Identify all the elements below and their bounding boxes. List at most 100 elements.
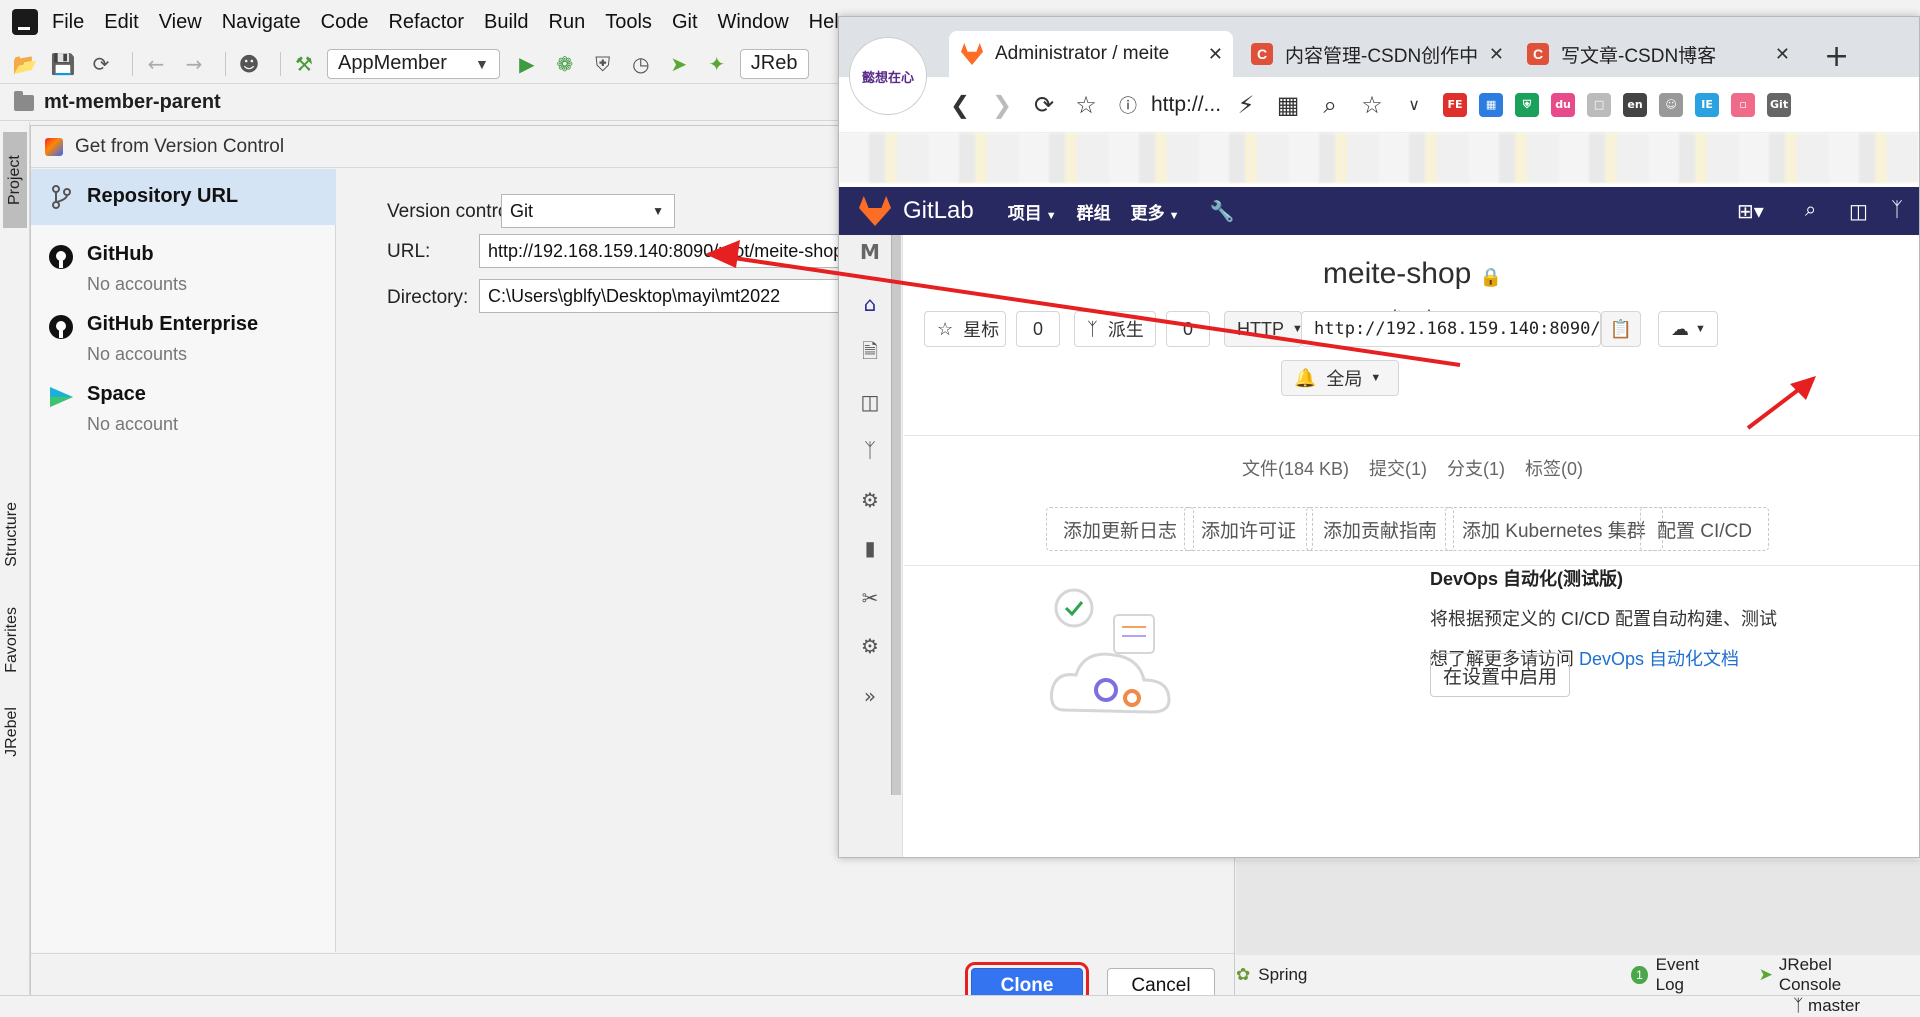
menu-tools[interactable]: Tools xyxy=(605,11,652,34)
merge-request-icon[interactable]: ᛉ xyxy=(857,437,883,463)
extension-apps-icon[interactable]: ▦ xyxy=(1479,92,1504,117)
wrench-icon[interactable]: 🔧 xyxy=(1210,199,1235,224)
coverage-shield-icon[interactable]: ⛨ xyxy=(588,49,618,79)
sync-icon[interactable]: ⟳ xyxy=(86,49,116,79)
new-tab-plus-icon[interactable]: + xyxy=(1824,39,1849,74)
menu-code[interactable]: Code xyxy=(321,11,369,34)
build-hammer-icon[interactable]: ⚒ xyxy=(289,49,319,79)
extension-ie-icon[interactable]: IE xyxy=(1695,92,1720,117)
star-count[interactable]: 0 xyxy=(1016,311,1060,347)
extension-du-icon[interactable]: du xyxy=(1551,92,1576,117)
fork-button[interactable]: ᛉ 派生 xyxy=(1074,311,1156,347)
repository-file-icon[interactable]: 🗎 xyxy=(857,339,883,367)
stat-branches[interactable]: 分支(1) xyxy=(1447,455,1505,481)
git-branch-status[interactable]: ᛉ master xyxy=(1793,996,1860,1016)
forward-icon[interactable]: ❯ xyxy=(985,88,1019,122)
tool-tab-project[interactable]: Project xyxy=(3,132,27,228)
tool-tab-spring[interactable]: ✿ Spring xyxy=(1236,965,1307,985)
copy-url-button[interactable]: 📋 xyxy=(1601,311,1641,347)
zoom-icon[interactable]: ⌕ xyxy=(1313,88,1347,122)
menu-view[interactable]: View xyxy=(159,11,202,34)
tool-tab-favorites[interactable]: Favorites xyxy=(3,607,21,673)
extension-fe-icon[interactable]: FE xyxy=(1443,92,1468,117)
extension-translate-icon[interactable]: en xyxy=(1623,92,1648,117)
browser-tab-gitlab[interactable]: Administrator / meite ✕ xyxy=(949,31,1233,77)
qr-code-icon[interactable]: ▦ xyxy=(1271,88,1305,122)
version-control-select[interactable]: Git ▼ xyxy=(501,194,675,228)
extension-book-icon[interactable]: □ xyxy=(1587,92,1612,117)
add-contributing-button[interactable]: 添加贡献指南 xyxy=(1306,507,1455,551)
new-plus-icon[interactable]: ⊞▾ xyxy=(1737,199,1764,224)
issues-icon[interactable]: ◫ xyxy=(857,389,883,415)
user-dropdown-icon[interactable]: ☻ xyxy=(234,49,264,79)
save-icon[interactable]: 💾 xyxy=(48,49,78,79)
project-avatar-icon[interactable]: M xyxy=(857,239,883,265)
home-icon[interactable]: ⌂ xyxy=(857,291,883,317)
open-folder-icon[interactable]: 📂 xyxy=(10,49,40,79)
search-icon[interactable]: ⌕ xyxy=(1805,199,1816,222)
address-bar[interactable]: http://... xyxy=(1151,93,1221,117)
close-icon[interactable]: ✕ xyxy=(1208,44,1223,65)
gitlab-logo-icon[interactable] xyxy=(859,196,891,226)
close-icon[interactable]: ✕ xyxy=(1775,44,1790,65)
wiki-book-icon[interactable]: ▮ xyxy=(857,535,883,561)
fork-count[interactable]: 0 xyxy=(1166,311,1210,347)
gitlab-nav-more[interactable]: 更多 ▼ xyxy=(1131,199,1180,224)
menu-git[interactable]: Git xyxy=(672,11,698,34)
tool-tab-jrebel-console[interactable]: ➤ JRebel Console xyxy=(1759,955,1886,995)
menu-navigate[interactable]: Navigate xyxy=(222,11,301,34)
gitlab-nav-groups[interactable]: 群组 xyxy=(1077,199,1111,224)
forward-arrow-icon[interactable]: → xyxy=(179,49,209,79)
devops-docs-link[interactable]: DevOps 自动化文档 xyxy=(1579,649,1739,669)
profiler-icon[interactable]: ◷ xyxy=(626,49,656,79)
tool-tab-jrebel[interactable]: JRebel xyxy=(3,707,21,757)
chevron-down-icon[interactable]: ∨ xyxy=(1397,88,1431,122)
favorite-star-icon[interactable]: ☆ xyxy=(1355,88,1389,122)
configure-cicd-button[interactable]: 配置 CI/CD xyxy=(1640,507,1770,551)
info-icon[interactable]: ⓘ xyxy=(1111,88,1145,122)
collapse-sidebar-icon[interactable]: » xyxy=(857,683,883,709)
gitlab-nav-projects[interactable]: 项目 ▼ xyxy=(1008,199,1057,224)
project-name[interactable]: mt-member-parent xyxy=(44,91,221,114)
stat-tags[interactable]: 标签(0) xyxy=(1525,455,1583,481)
add-license-button[interactable]: 添加许可证 xyxy=(1184,507,1314,551)
snippets-scissors-icon[interactable]: ✂ xyxy=(857,585,883,611)
run-config-select[interactable]: AppMember ▼ xyxy=(327,48,500,79)
source-repository-url[interactable]: Repository URL xyxy=(31,169,336,225)
source-space[interactable]: Space No account xyxy=(31,383,336,435)
tool-tab-structure[interactable]: Structure xyxy=(3,502,21,567)
lightning-icon[interactable]: ⚡ xyxy=(1229,88,1263,122)
star-button[interactable]: ☆ 星标 xyxy=(924,311,1006,347)
protocol-dropdown[interactable]: HTTP ▼ xyxy=(1224,311,1302,347)
source-github[interactable]: GitHub No accounts xyxy=(31,243,336,295)
menu-file[interactable]: File xyxy=(52,11,84,34)
bookmark-star-icon[interactable]: ☆ xyxy=(1069,88,1103,122)
tool-tab-event-log[interactable]: 1 Event Log xyxy=(1631,955,1724,995)
jrebel-config-select[interactable]: JReb xyxy=(739,48,809,79)
close-icon[interactable]: ✕ xyxy=(1489,44,1504,65)
source-github-enterprise[interactable]: GitHub Enterprise No accounts xyxy=(31,313,336,365)
back-arrow-icon[interactable]: ← xyxy=(141,49,171,79)
clone-url-field[interactable]: http://192.168.159.140:8090/root xyxy=(1301,311,1601,347)
extension-palette-icon[interactable]: ☺ xyxy=(1659,92,1684,117)
menu-window[interactable]: Window xyxy=(718,11,789,34)
sidebar-scrollbar[interactable] xyxy=(891,235,901,795)
jrebel-run-icon[interactable]: ➤ xyxy=(664,49,694,79)
run-icon[interactable]: ▶ xyxy=(512,49,542,79)
browser-tab-csdn-content[interactable]: C 内容管理-CSDN创作中 ✕ xyxy=(1239,31,1514,77)
reload-icon[interactable]: ⟳ xyxy=(1027,88,1061,122)
stat-files[interactable]: 文件(184 KB) xyxy=(1242,455,1349,481)
gitlab-brand[interactable]: GitLab xyxy=(903,197,974,225)
notification-dropdown[interactable]: 🔔 全局 ▼ xyxy=(1281,360,1399,396)
jrebel-debug-icon[interactable]: ✦ xyxy=(702,49,732,79)
extension-gitzip-icon[interactable]: Git xyxy=(1767,92,1792,117)
settings-gear-icon[interactable]: ⚙ xyxy=(857,633,883,659)
enable-in-settings-button[interactable]: 在设置中启用 xyxy=(1430,653,1571,697)
add-changelog-button[interactable]: 添加更新日志 xyxy=(1046,507,1195,551)
debug-bug-icon[interactable]: ❁ xyxy=(550,49,580,79)
extension-shield-icon[interactable]: ⛨ xyxy=(1515,92,1540,117)
issues-icon[interactable]: ◫ xyxy=(1849,199,1868,224)
stat-commits[interactable]: 提交(1) xyxy=(1369,455,1427,481)
add-kubernetes-button[interactable]: 添加 Kubernetes 集群 xyxy=(1445,507,1663,551)
menu-edit[interactable]: Edit xyxy=(104,11,138,34)
